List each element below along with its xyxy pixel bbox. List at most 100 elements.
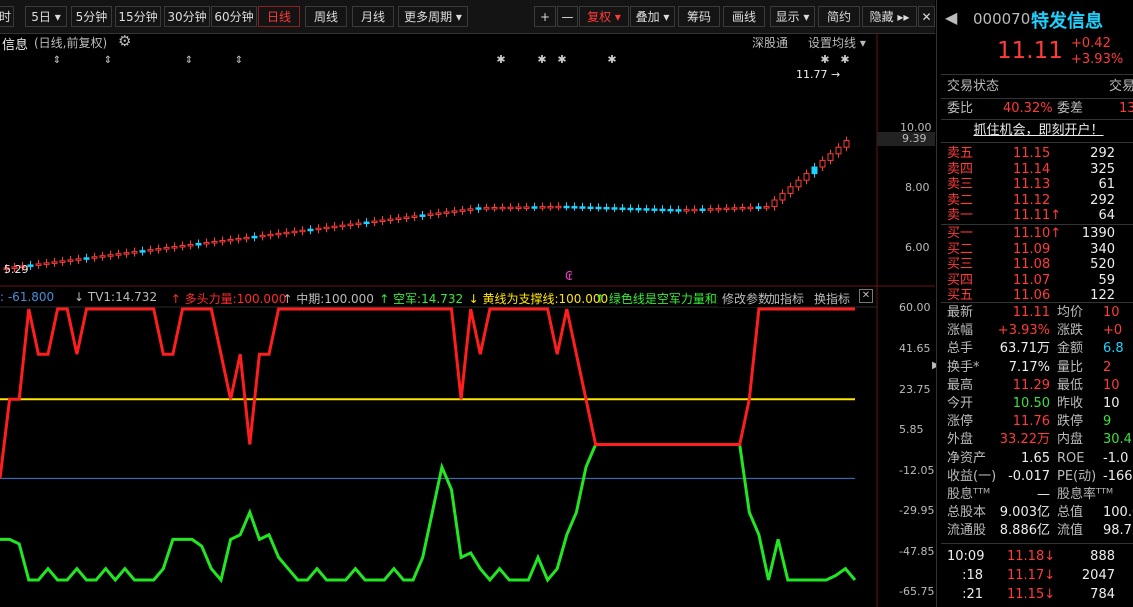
period-button[interactable]: 日线 [258, 6, 300, 27]
modify-params-button[interactable]: 修改参数 [718, 290, 771, 307]
quote-value: 1.65 [1021, 450, 1050, 466]
gear-icon[interactable]: ⚙ [118, 32, 131, 50]
candle [355, 222, 362, 226]
quote-label: PE(动) [1057, 468, 1097, 484]
toolbar-button[interactable]: 画线 [723, 6, 765, 27]
indicator-axis-label: -12.05 [899, 463, 935, 477]
candle [523, 206, 530, 209]
candle [275, 232, 282, 236]
candle [83, 257, 90, 260]
event-marker-icon[interactable]: ⇕ [185, 55, 193, 66]
shengutong-link[interactable]: 深股通 [752, 34, 788, 51]
quote-label: 净资产 [947, 450, 987, 466]
candle [67, 259, 74, 262]
event-marker-icon[interactable]: ✱ [537, 53, 546, 66]
quote-value: 8.886亿 [999, 523, 1050, 539]
add-indicator-button[interactable]: 加指标 [768, 290, 804, 307]
toolbar-button[interactable]: 复权 ▾ [579, 6, 629, 27]
candle [723, 207, 730, 211]
period-button[interactable]: 5日 ▾ [25, 6, 67, 27]
close-indicator-icon[interactable]: ✕ [859, 289, 873, 303]
candle [651, 208, 658, 211]
event-marker-icon[interactable]: ⇕ [235, 55, 243, 66]
candle [435, 212, 442, 215]
candle [163, 247, 170, 250]
prev-stock-icon[interactable]: ◀ [945, 8, 957, 27]
period-button[interactable]: 更多周期 ▾ [398, 6, 468, 27]
quote-label: 总手 [947, 341, 974, 357]
candle [331, 225, 338, 229]
series-line [0, 443, 857, 584]
event-marker-icon[interactable]: ⇕ [104, 55, 112, 66]
chart-canvas[interactable]: ⇕ ⇕ ⇕ ⇕ ✱ ✱ ✱ ✱ ✱ ✱ ₢ [0, 33, 935, 607]
quote-value: 2 [1103, 359, 1112, 375]
quote-label: 最高 [947, 377, 974, 393]
toolbar-button[interactable]: 筹码 [678, 6, 720, 27]
toolbar-button[interactable]: 简约 [818, 6, 860, 27]
quote-value: 6.8 [1103, 341, 1124, 357]
event-marker-icon[interactable]: ✱ [496, 53, 505, 66]
open-account-link[interactable]: 抓住机会，即刻开户！ [937, 122, 1133, 140]
candle [363, 221, 370, 225]
candle [251, 235, 258, 239]
candle [491, 207, 498, 210]
candle [51, 261, 58, 264]
period-button[interactable]: 30分钟 [164, 6, 210, 27]
event-marker-icon[interactable]: ⇕ [53, 55, 61, 66]
current-price: 11.11 [997, 38, 1063, 64]
candle [459, 209, 466, 212]
candle [539, 206, 546, 209]
period-button[interactable]: 周线 [305, 6, 347, 27]
period-button[interactable]: 5分钟 [71, 6, 112, 27]
indicator-actions: 修改参数 加指标 换指标 ✕ [0, 289, 935, 307]
candle [803, 173, 810, 181]
toolbar-button[interactable]: ✕ [918, 6, 935, 27]
event-marker-icon[interactable]: ✱ [557, 53, 566, 66]
candle [603, 207, 610, 210]
quote-value: 10 [1103, 305, 1120, 320]
period-button[interactable]: 月线 [352, 6, 394, 27]
candle [395, 217, 402, 220]
period-button[interactable]: 分时 [0, 6, 14, 27]
candle [91, 256, 98, 259]
period-button[interactable]: 15分钟 [115, 6, 161, 27]
candle [347, 223, 354, 227]
candle [587, 206, 594, 210]
tick-price: 11.18↓ [1007, 549, 1056, 564]
toolbar-button[interactable]: — [557, 6, 578, 27]
price-change: +0.42 [1071, 36, 1111, 51]
toolbar-button[interactable]: 叠加 ▾ [630, 6, 675, 27]
candle [755, 206, 762, 209]
quote-row: 股息ᵀᵀᴹ — 股息率ᵀᵀᴹ [937, 486, 1133, 504]
toolbar-button[interactable]: + [534, 6, 556, 27]
quote-label: 涨跌 [1057, 323, 1084, 339]
candle [659, 208, 666, 212]
ma-settings-button[interactable]: 设置均线 ▾ [808, 34, 866, 51]
candle [291, 230, 298, 234]
candle [171, 246, 178, 249]
period-button[interactable]: 60分钟 [211, 6, 257, 27]
quote-value: 30.4 [1103, 432, 1132, 448]
event-marker-icon[interactable]: ✱ [820, 53, 829, 66]
toolbar-button[interactable]: 显示 ▾ [770, 6, 815, 27]
toolbar-button[interactable]: 隐藏 ▸▸ [862, 6, 917, 27]
candle [35, 263, 42, 266]
candle [771, 199, 778, 208]
candle [75, 258, 82, 261]
period-toolbar: 分时 5日 ▾5分钟15分钟30分钟60分钟日线周线月线更多周期 ▾ +—复权 ▾叠… [0, 0, 935, 34]
candle [107, 254, 114, 257]
quote-value: 9 [1103, 414, 1112, 430]
tick-volume: 2047 [1081, 568, 1115, 583]
change-indicator-button[interactable]: 换指标 [814, 290, 850, 307]
quote-value: 63.71万 [999, 341, 1050, 357]
candle [795, 179, 802, 188]
quote-label: 最低 [1057, 377, 1084, 393]
quote-sidebar: ◀ 000070 特发信息 11.11 +0.42 +3.93% 交易状态 交易… [936, 0, 1133, 607]
candle [643, 208, 650, 211]
candle [443, 211, 450, 214]
event-marker-icon[interactable]: ✱ [607, 53, 616, 66]
event-marker-icon[interactable]: ✱ [840, 53, 849, 66]
candle [739, 207, 746, 210]
candle [411, 215, 418, 218]
quote-value: 100.0 [1103, 505, 1133, 521]
